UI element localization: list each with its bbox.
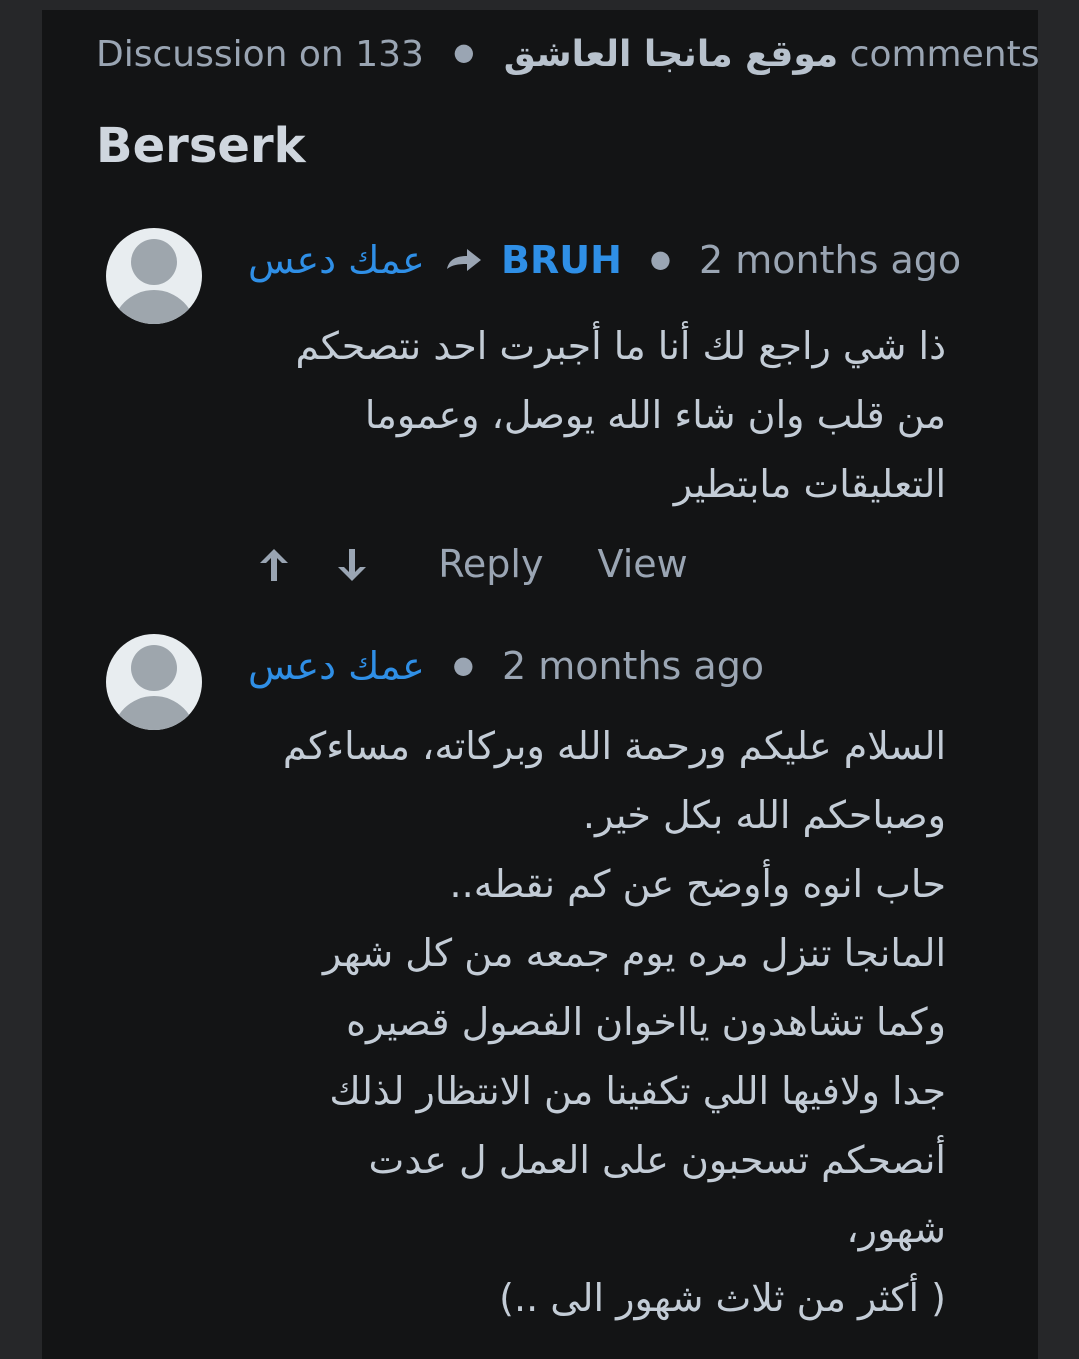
avatar[interactable] — [106, 634, 202, 730]
comment-item: عمك دعس ● 2 months ago السلام عليكم ورحم… — [106, 634, 946, 1334]
comment-author-link[interactable]: عمك دعس — [248, 238, 425, 282]
discussion-panel: Discussion on 133 ● موقع مانجا العاشق co… — [42, 10, 1039, 1359]
header-prefix: Discussion on — [96, 34, 344, 75]
page-title[interactable]: Berserk — [96, 118, 306, 174]
reply-arrow-icon — [446, 249, 481, 271]
avatar-head-shape — [131, 645, 177, 691]
comment-body: السلام عليكم ورحمة الله وبركاته، مساءكم … — [282, 724, 946, 1320]
avatar-head-shape — [131, 239, 177, 285]
comment-body: ذا شي راجع لك أنا ما أجبرت احد نتصحكم من… — [295, 324, 946, 506]
comment-count: 133 — [355, 34, 424, 75]
site-name-link[interactable]: موقع مانجا العاشق — [504, 34, 838, 75]
comment-meta: عمك دعس ● 2 months ago — [248, 644, 764, 688]
separator-dot: ● — [649, 245, 671, 273]
avatar[interactable] — [106, 228, 202, 324]
comment-item: عمك دعس BRUH ● 2 months ago ذا شي راجع ل… — [106, 228, 961, 608]
view-button[interactable]: View — [598, 542, 688, 586]
avatar-body-shape — [112, 696, 196, 730]
comment-timestamp[interactable]: 2 months ago — [699, 238, 961, 282]
comment-actions: Reply View — [256, 542, 688, 586]
comment-meta: عمك دعس BRUH ● 2 months ago — [248, 238, 961, 282]
comment-timestamp[interactable]: 2 months ago — [502, 644, 764, 688]
discussion-header: Discussion on 133 ● موقع مانجا العاشق co… — [96, 34, 1039, 75]
parent-author-link[interactable]: BRUH — [501, 238, 622, 282]
reply-button[interactable]: Reply — [438, 542, 543, 586]
header-suffix: comments — [849, 34, 1040, 75]
separator-dot: ● — [452, 651, 474, 679]
separator-dot: ● — [453, 38, 475, 66]
arrow-up-icon[interactable] — [256, 545, 292, 585]
avatar-body-shape — [112, 290, 196, 324]
arrow-down-icon[interactable] — [334, 545, 370, 585]
comment-author-link[interactable]: عمك دعس — [248, 644, 425, 688]
